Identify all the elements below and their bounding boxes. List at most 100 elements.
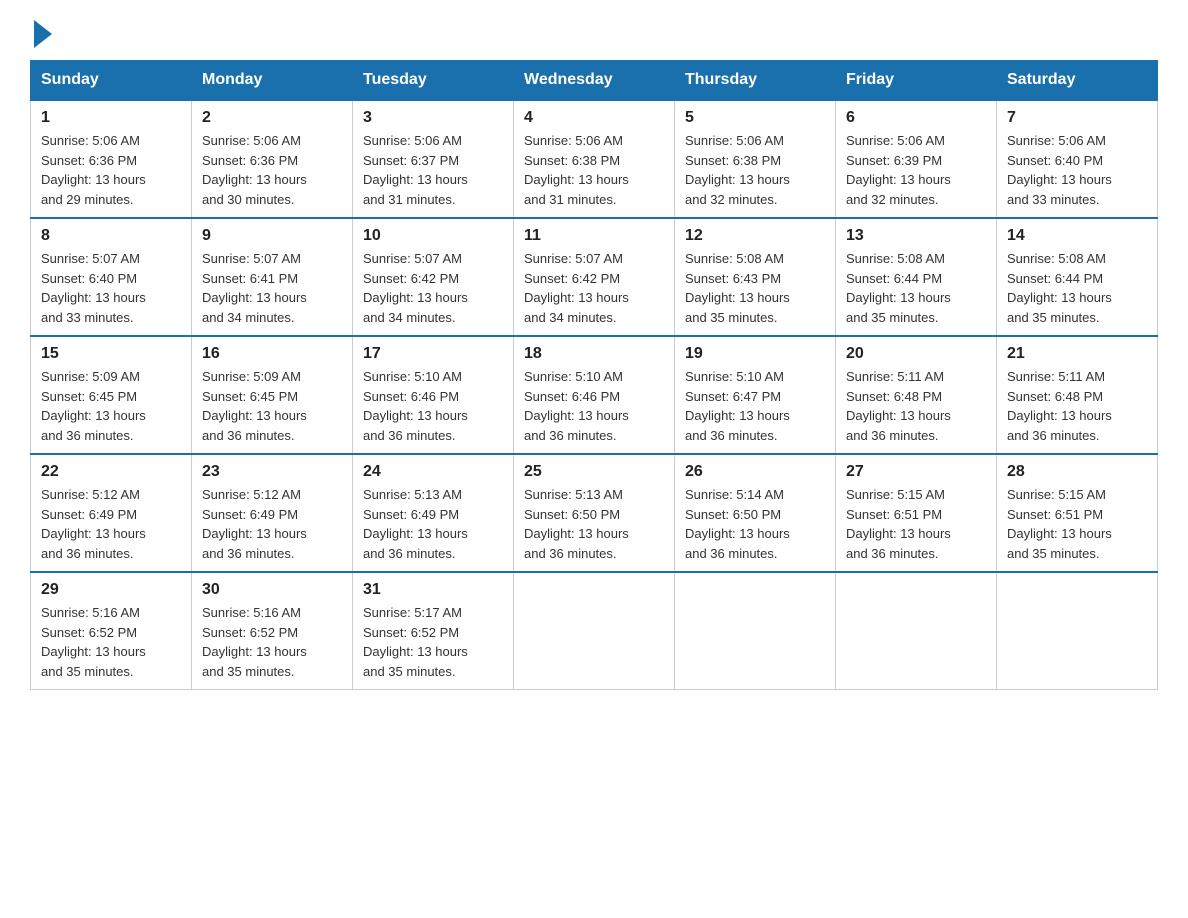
calendar-cell: 3 Sunrise: 5:06 AM Sunset: 6:37 PM Dayli… [353,100,514,218]
day-number: 7 [1007,109,1147,127]
calendar-cell [836,572,997,690]
week-row-1: 1 Sunrise: 5:06 AM Sunset: 6:36 PM Dayli… [31,100,1158,218]
day-number: 25 [524,463,664,481]
header-sunday: Sunday [31,61,192,101]
calendar-cell [675,572,836,690]
day-info: Sunrise: 5:13 AM Sunset: 6:50 PM Dayligh… [524,485,664,563]
header-saturday: Saturday [997,61,1158,101]
day-info: Sunrise: 5:07 AM Sunset: 6:42 PM Dayligh… [363,249,503,327]
header-thursday: Thursday [675,61,836,101]
day-number: 5 [685,109,825,127]
calendar-cell: 25 Sunrise: 5:13 AM Sunset: 6:50 PM Dayl… [514,454,675,572]
calendar-cell: 26 Sunrise: 5:14 AM Sunset: 6:50 PM Dayl… [675,454,836,572]
calendar-cell: 27 Sunrise: 5:15 AM Sunset: 6:51 PM Dayl… [836,454,997,572]
day-info: Sunrise: 5:16 AM Sunset: 6:52 PM Dayligh… [41,603,181,681]
day-info: Sunrise: 5:15 AM Sunset: 6:51 PM Dayligh… [1007,485,1147,563]
day-info: Sunrise: 5:12 AM Sunset: 6:49 PM Dayligh… [202,485,342,563]
calendar-cell: 10 Sunrise: 5:07 AM Sunset: 6:42 PM Dayl… [353,218,514,336]
calendar-cell: 15 Sunrise: 5:09 AM Sunset: 6:45 PM Dayl… [31,336,192,454]
day-info: Sunrise: 5:10 AM Sunset: 6:46 PM Dayligh… [363,367,503,445]
day-number: 17 [363,345,503,363]
day-number: 13 [846,227,986,245]
day-info: Sunrise: 5:07 AM Sunset: 6:42 PM Dayligh… [524,249,664,327]
day-number: 28 [1007,463,1147,481]
week-row-2: 8 Sunrise: 5:07 AM Sunset: 6:40 PM Dayli… [31,218,1158,336]
calendar-cell: 7 Sunrise: 5:06 AM Sunset: 6:40 PM Dayli… [997,100,1158,218]
header-friday: Friday [836,61,997,101]
day-info: Sunrise: 5:13 AM Sunset: 6:49 PM Dayligh… [363,485,503,563]
day-number: 16 [202,345,342,363]
day-number: 24 [363,463,503,481]
day-info: Sunrise: 5:06 AM Sunset: 6:37 PM Dayligh… [363,131,503,209]
day-info: Sunrise: 5:17 AM Sunset: 6:52 PM Dayligh… [363,603,503,681]
day-info: Sunrise: 5:15 AM Sunset: 6:51 PM Dayligh… [846,485,986,563]
day-info: Sunrise: 5:06 AM Sunset: 6:36 PM Dayligh… [41,131,181,209]
day-number: 12 [685,227,825,245]
day-number: 30 [202,581,342,599]
header-monday: Monday [192,61,353,101]
day-number: 11 [524,227,664,245]
day-number: 18 [524,345,664,363]
calendar-cell: 18 Sunrise: 5:10 AM Sunset: 6:46 PM Dayl… [514,336,675,454]
day-number: 23 [202,463,342,481]
day-number: 20 [846,345,986,363]
calendar-cell: 30 Sunrise: 5:16 AM Sunset: 6:52 PM Dayl… [192,572,353,690]
day-info: Sunrise: 5:09 AM Sunset: 6:45 PM Dayligh… [202,367,342,445]
day-number: 27 [846,463,986,481]
day-info: Sunrise: 5:06 AM Sunset: 6:36 PM Dayligh… [202,131,342,209]
calendar-cell: 12 Sunrise: 5:08 AM Sunset: 6:43 PM Dayl… [675,218,836,336]
day-info: Sunrise: 5:06 AM Sunset: 6:39 PM Dayligh… [846,131,986,209]
calendar-cell: 21 Sunrise: 5:11 AM Sunset: 6:48 PM Dayl… [997,336,1158,454]
calendar-cell: 23 Sunrise: 5:12 AM Sunset: 6:49 PM Dayl… [192,454,353,572]
calendar-cell: 29 Sunrise: 5:16 AM Sunset: 6:52 PM Dayl… [31,572,192,690]
day-number: 22 [41,463,181,481]
day-info: Sunrise: 5:09 AM Sunset: 6:45 PM Dayligh… [41,367,181,445]
calendar-cell: 31 Sunrise: 5:17 AM Sunset: 6:52 PM Dayl… [353,572,514,690]
header-wednesday: Wednesday [514,61,675,101]
calendar-cell: 19 Sunrise: 5:10 AM Sunset: 6:47 PM Dayl… [675,336,836,454]
calendar-cell [514,572,675,690]
calendar-cell: 17 Sunrise: 5:10 AM Sunset: 6:46 PM Dayl… [353,336,514,454]
day-info: Sunrise: 5:16 AM Sunset: 6:52 PM Dayligh… [202,603,342,681]
day-info: Sunrise: 5:14 AM Sunset: 6:50 PM Dayligh… [685,485,825,563]
calendar-cell: 6 Sunrise: 5:06 AM Sunset: 6:39 PM Dayli… [836,100,997,218]
day-number: 29 [41,581,181,599]
day-number: 15 [41,345,181,363]
calendar-cell: 2 Sunrise: 5:06 AM Sunset: 6:36 PM Dayli… [192,100,353,218]
calendar-cell: 14 Sunrise: 5:08 AM Sunset: 6:44 PM Dayl… [997,218,1158,336]
day-number: 8 [41,227,181,245]
page-header [30,20,1158,42]
calendar-cell: 5 Sunrise: 5:06 AM Sunset: 6:38 PM Dayli… [675,100,836,218]
calendar-header-row: SundayMondayTuesdayWednesdayThursdayFrid… [31,61,1158,101]
calendar-cell: 8 Sunrise: 5:07 AM Sunset: 6:40 PM Dayli… [31,218,192,336]
day-number: 31 [363,581,503,599]
day-info: Sunrise: 5:07 AM Sunset: 6:41 PM Dayligh… [202,249,342,327]
day-number: 3 [363,109,503,127]
week-row-4: 22 Sunrise: 5:12 AM Sunset: 6:49 PM Dayl… [31,454,1158,572]
day-number: 14 [1007,227,1147,245]
week-row-3: 15 Sunrise: 5:09 AM Sunset: 6:45 PM Dayl… [31,336,1158,454]
logo [30,20,52,42]
day-info: Sunrise: 5:11 AM Sunset: 6:48 PM Dayligh… [846,367,986,445]
day-number: 10 [363,227,503,245]
day-number: 21 [1007,345,1147,363]
calendar-cell [997,572,1158,690]
day-info: Sunrise: 5:06 AM Sunset: 6:38 PM Dayligh… [524,131,664,209]
calendar-cell: 16 Sunrise: 5:09 AM Sunset: 6:45 PM Dayl… [192,336,353,454]
header-tuesday: Tuesday [353,61,514,101]
day-number: 26 [685,463,825,481]
day-info: Sunrise: 5:08 AM Sunset: 6:44 PM Dayligh… [846,249,986,327]
day-number: 1 [41,109,181,127]
day-number: 4 [524,109,664,127]
day-info: Sunrise: 5:08 AM Sunset: 6:43 PM Dayligh… [685,249,825,327]
week-row-5: 29 Sunrise: 5:16 AM Sunset: 6:52 PM Dayl… [31,572,1158,690]
day-info: Sunrise: 5:06 AM Sunset: 6:40 PM Dayligh… [1007,131,1147,209]
day-info: Sunrise: 5:10 AM Sunset: 6:46 PM Dayligh… [524,367,664,445]
calendar-cell: 9 Sunrise: 5:07 AM Sunset: 6:41 PM Dayli… [192,218,353,336]
calendar-table: SundayMondayTuesdayWednesdayThursdayFrid… [30,60,1158,690]
day-number: 19 [685,345,825,363]
day-number: 9 [202,227,342,245]
calendar-cell: 4 Sunrise: 5:06 AM Sunset: 6:38 PM Dayli… [514,100,675,218]
day-info: Sunrise: 5:06 AM Sunset: 6:38 PM Dayligh… [685,131,825,209]
calendar-cell: 11 Sunrise: 5:07 AM Sunset: 6:42 PM Dayl… [514,218,675,336]
